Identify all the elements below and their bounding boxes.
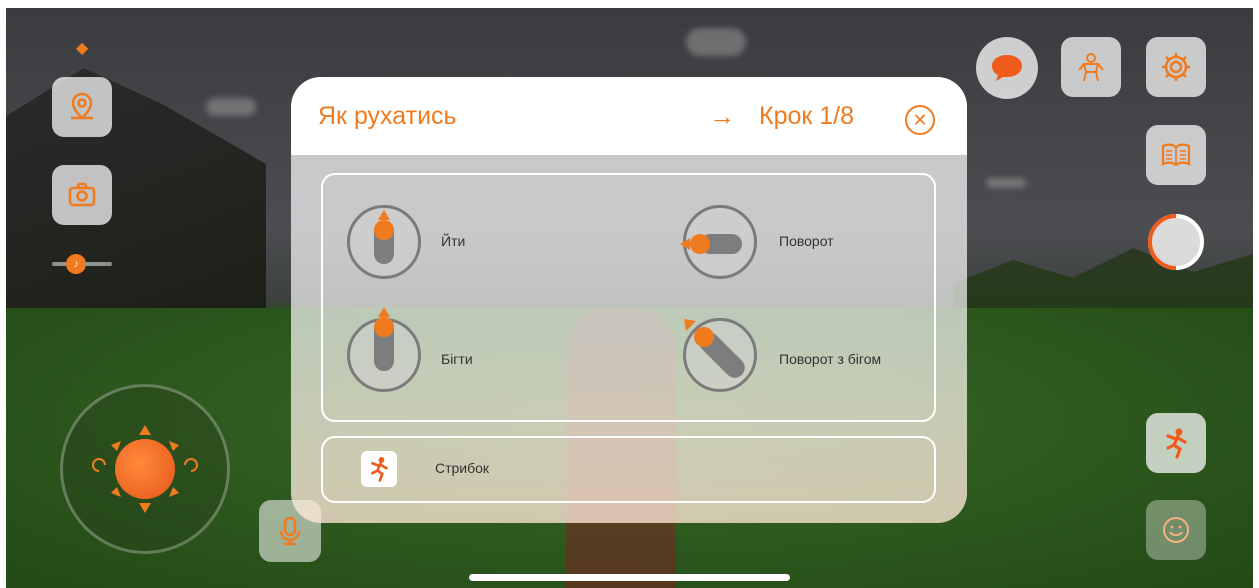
settings-button[interactable]	[1146, 37, 1206, 97]
gesture-dot	[374, 220, 394, 240]
progress-ring	[1148, 214, 1204, 270]
arrow-right-icon[interactable]: →	[709, 102, 735, 130]
gesture-dot	[374, 317, 394, 337]
microphone-icon	[279, 516, 301, 546]
jump-label: Стрибок	[435, 460, 490, 476]
jumping-figure-icon	[371, 457, 388, 482]
volume-slider[interactable]: ♪	[52, 254, 112, 274]
chat-button[interactable]	[976, 37, 1038, 99]
open-book-icon	[1161, 143, 1191, 167]
map-button[interactable]	[52, 77, 112, 137]
gesture-label-walk: Йти	[441, 233, 466, 249]
arrow-up-left-icon	[684, 319, 696, 331]
avatar-figure-icon	[1078, 53, 1104, 82]
turn-gesture-icon	[680, 205, 757, 279]
joystick-direction-arrows-icon	[92, 425, 198, 513]
speaker-icon[interactable]: ♪	[66, 254, 86, 274]
arrow-left-icon	[680, 238, 690, 250]
cloud	[986, 178, 1026, 188]
jumping-figure-icon	[1166, 428, 1187, 459]
speech-bubble-icon	[992, 55, 1022, 81]
distant-town	[953, 248, 1253, 308]
movement-controls-panel: Йти Поворот Бігти Поворот з бігом	[321, 173, 936, 422]
movement-tutorial-modal: Як рухатись → Крок 1/8 ✕ Йти Поворот Біг…	[291, 77, 967, 523]
guide-button[interactable]	[1146, 125, 1206, 185]
close-button[interactable]: ✕	[905, 105, 935, 135]
gesture-label-turn: Поворот	[779, 233, 834, 249]
cloud	[206, 98, 256, 116]
modal-title: Як рухатись	[318, 102, 457, 130]
cloud	[686, 28, 746, 56]
camera-button[interactable]	[52, 165, 112, 225]
close-icon: ✕	[912, 110, 928, 130]
avatar-button[interactable]	[1061, 37, 1121, 97]
jump-button[interactable]	[1146, 413, 1206, 473]
gear-icon	[1162, 53, 1190, 81]
arrow-up-icon	[378, 307, 390, 317]
volume-track: ♪	[52, 254, 112, 274]
movement-joystick[interactable]	[60, 384, 230, 554]
modal-header: Як рухатись → Крок 1/8 ✕	[291, 77, 967, 155]
jump-panel: Стрибок	[321, 436, 936, 503]
camera-icon	[68, 182, 96, 207]
home-indicator[interactable]	[469, 574, 790, 581]
location-marker-icon: ◆	[76, 40, 89, 57]
gesture-label-turn-run: Поворот з бігом	[779, 351, 882, 367]
smiley-icon	[1163, 517, 1189, 543]
map-pin-icon	[71, 92, 93, 120]
turn-run-gesture-icon	[683, 318, 757, 392]
step-counter: Крок 1/8	[759, 102, 855, 130]
arrow-up-icon	[378, 210, 390, 220]
run-gesture-icon	[347, 307, 421, 392]
gesture-label-run: Бігти	[441, 351, 473, 367]
gesture-dot	[690, 234, 710, 254]
gesture-dot	[694, 327, 714, 347]
emoji-button[interactable]	[1146, 500, 1206, 560]
walk-gesture-icon	[347, 205, 421, 279]
jump-icon-tile	[361, 451, 397, 487]
